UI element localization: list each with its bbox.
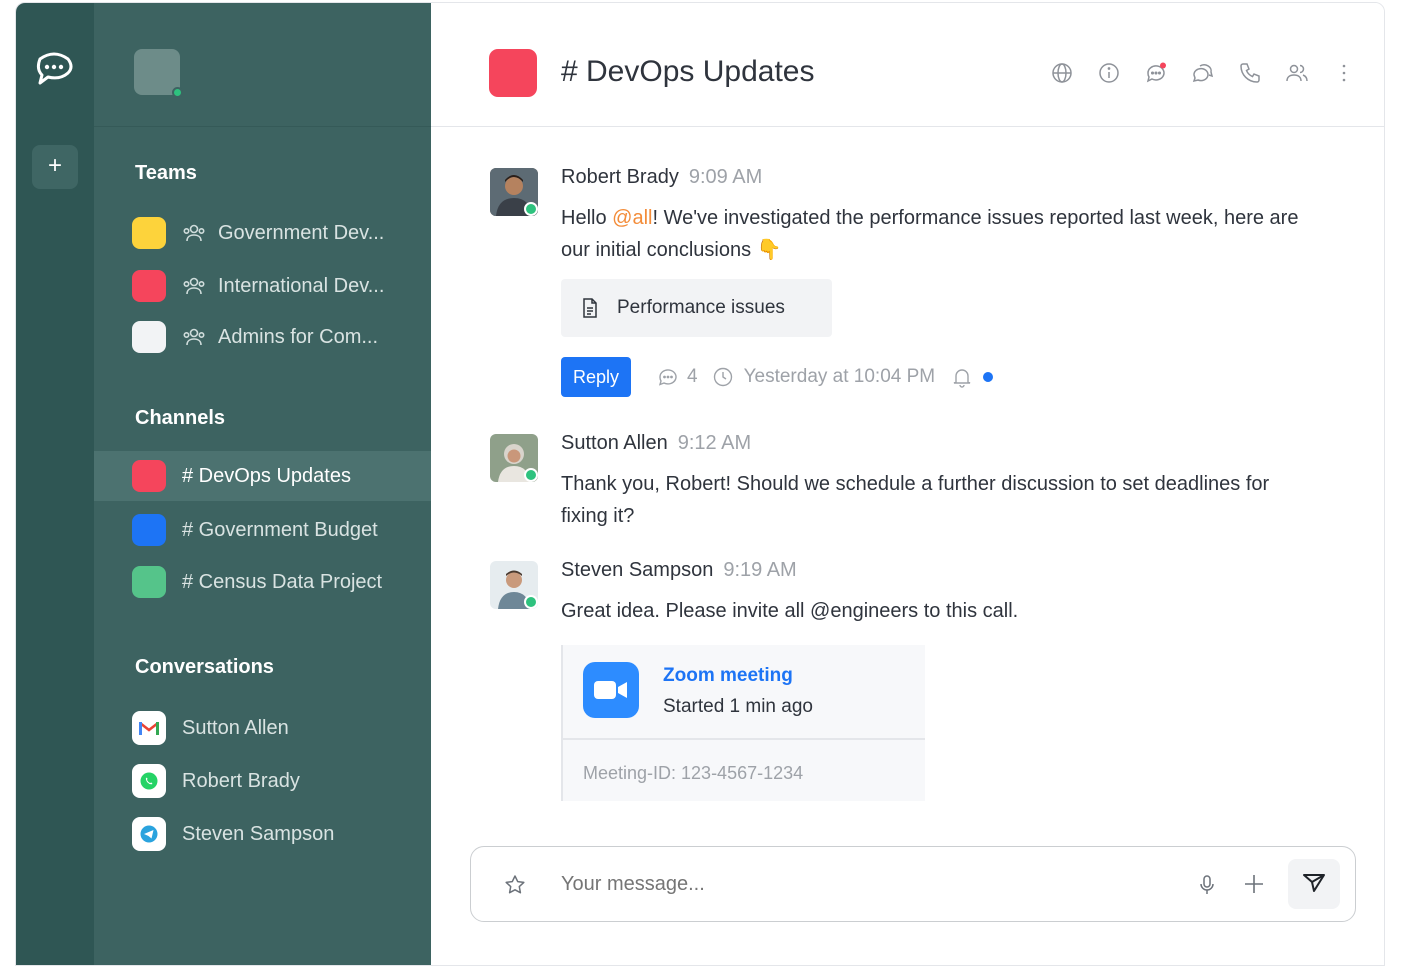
sidebar-header	[94, 3, 431, 127]
sidebar-item-team-government-dev[interactable]: Government Dev...	[94, 208, 431, 258]
zoom-meeting-card[interactable]: Zoom meeting Started 1 min ago Meeting-I…	[561, 645, 925, 801]
channel-color-square	[132, 566, 166, 598]
telegram-icon	[132, 817, 166, 851]
sidebar-item-label: Admins for Com...	[218, 325, 379, 348]
sidebar-item-conversation-sutton-allen[interactable]: Sutton Allen	[94, 703, 431, 753]
star-icon[interactable]	[503, 873, 527, 897]
sidebar-item-team-admins[interactable]: Admins for Com...	[94, 312, 431, 362]
sidebar-item-team-international-dev[interactable]: International Dev...	[94, 261, 431, 311]
whatsapp-icon	[132, 764, 166, 798]
author-name[interactable]: Robert Brady	[561, 166, 679, 188]
sidebar-item-label: International Dev...	[218, 274, 385, 297]
sidebar-item-label: # DevOps Updates	[182, 464, 351, 487]
threads-icon[interactable]	[1144, 61, 1168, 85]
info-icon[interactable]	[1097, 61, 1121, 85]
last-reply-time: Yesterday at 10:04 PM	[743, 366, 936, 387]
online-status-dot	[172, 87, 183, 98]
app-window: + Teams Government Dev... International …	[15, 2, 1385, 966]
message-author: Robert Brady 9:09 AM	[561, 166, 762, 189]
message-body: Great idea. Please invite all @engineers…	[561, 600, 1019, 622]
sidebar-item-label: Steven Sampson	[182, 822, 335, 845]
attachment-card[interactable]: Performance issues	[561, 279, 832, 337]
page-title: # DevOps Updates	[561, 55, 815, 88]
message-input[interactable]	[561, 873, 1121, 896]
channel-avatar	[489, 49, 537, 97]
channel-color-square	[132, 460, 166, 492]
reply-button[interactable]: Reply	[561, 357, 631, 397]
thread-replies-icon	[657, 366, 679, 388]
gmail-icon	[132, 711, 166, 745]
team-color-square	[132, 270, 166, 302]
sidebar-item-conversation-robert-brady[interactable]: Robert Brady	[94, 756, 431, 806]
send-icon	[1301, 869, 1327, 900]
avatar[interactable]	[490, 434, 538, 482]
author-name[interactable]: Steven Sampson	[561, 559, 713, 581]
workspace-rail: +	[16, 3, 94, 965]
message-author: Steven Sampson 9:19 AM	[561, 559, 797, 582]
online-status-dot	[524, 202, 538, 216]
sidebar-item-conversation-steven-sampson[interactable]: Steven Sampson	[94, 809, 431, 859]
zoom-meeting-status: Started 1 min ago	[663, 696, 813, 717]
zoom-meeting-title[interactable]: Zoom meeting	[663, 665, 793, 687]
send-button[interactable]	[1288, 859, 1340, 909]
attachment-name: Performance issues	[617, 297, 785, 318]
team-icon	[182, 325, 206, 349]
message-timestamp: 9:12 AM	[677, 432, 752, 454]
avatar[interactable]	[490, 168, 538, 216]
channel-color-square	[132, 514, 166, 546]
online-status-dot	[524, 468, 538, 482]
sidebar-item-label: Robert Brady	[182, 769, 300, 792]
add-workspace-button[interactable]: +	[32, 145, 78, 189]
team-icon	[182, 274, 206, 298]
header-toolbar	[1050, 61, 1356, 85]
phone-icon[interactable]	[1238, 61, 1262, 85]
zoom-meeting-id: Meeting-ID: 123-4567-1234	[583, 763, 804, 783]
message-author: Sutton Allen 9:12 AM	[561, 432, 751, 455]
author-name[interactable]: Sutton Allen	[561, 432, 668, 454]
zoom-video-icon	[583, 662, 639, 718]
main-panel: # DevOps Updates Robert Brady 9:09 AM Hel…	[431, 3, 1384, 965]
channels-section-title: Channels	[135, 407, 226, 429]
message-timestamp: 9:19 AM	[723, 559, 797, 581]
conversations-section-title: Conversations	[135, 656, 274, 678]
reply-count: 4	[687, 366, 698, 387]
document-icon	[579, 297, 601, 319]
sidebar-item-label: # Government Budget	[182, 518, 378, 541]
globe-icon[interactable]	[1050, 61, 1074, 85]
sidebar-item-channel-census-data-project[interactable]: # Census Data Project	[94, 557, 431, 607]
message-body: Thank you, Robert! Should we schedule a …	[561, 473, 1270, 527]
sidebar-item-label: # Census Data Project	[182, 570, 383, 593]
message-body: Hello @all! We've investigated the perfo…	[561, 202, 1321, 266]
message-text: ! We've investigated the performance iss…	[561, 207, 1299, 261]
online-status-dot	[524, 595, 538, 609]
kebab-menu-icon[interactable]	[1332, 61, 1356, 85]
sidebar-item-label: Government Dev...	[218, 221, 385, 244]
sidebar: Teams Government Dev... International De…	[94, 3, 431, 965]
microphone-icon[interactable]	[1195, 873, 1219, 897]
channel-header: # DevOps Updates	[431, 3, 1384, 127]
sidebar-item-channel-government-budget[interactable]: # Government Budget	[94, 505, 431, 555]
message-text: Hello	[561, 207, 613, 229]
sidebar-item-label: Sutton Allen	[182, 716, 289, 739]
zoom-meeting-header: Zoom meeting Started 1 min ago	[563, 645, 925, 740]
message-composer	[470, 846, 1356, 922]
rocketchat-logo-icon[interactable]	[34, 51, 74, 87]
message-timestamp: 9:09 AM	[688, 166, 763, 188]
discussions-icon[interactable]	[1191, 61, 1215, 85]
thread-metadata: Reply 4 Yesterday at 10:04 PM	[561, 357, 994, 397]
team-icon	[182, 221, 206, 245]
team-color-square	[132, 321, 166, 353]
plus-icon[interactable]	[1241, 871, 1267, 897]
members-icon[interactable]	[1285, 61, 1309, 85]
clock-icon	[712, 366, 734, 388]
unread-dot	[983, 372, 994, 382]
avatar[interactable]	[490, 561, 538, 609]
sidebar-item-channel-devops-updates[interactable]: # DevOps Updates	[94, 451, 431, 501]
teams-section-title: Teams	[135, 162, 197, 184]
bell-icon[interactable]	[951, 366, 973, 388]
team-color-square	[132, 217, 166, 249]
mention-all[interactable]: @all	[612, 207, 652, 229]
